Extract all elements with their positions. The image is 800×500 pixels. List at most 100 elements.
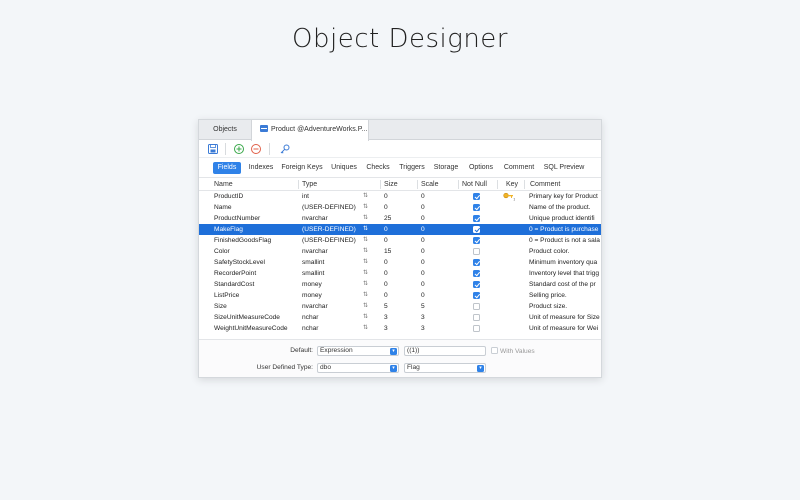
column-header-size[interactable]: Size [384,178,414,190]
not-null-checkbox[interactable] [473,281,480,288]
udt-schema-select[interactable]: dbo ▾ [317,363,399,373]
field-name-cell[interactable]: Color [214,246,296,257]
field-scale-cell[interactable]: 0 [421,213,451,224]
field-comment-cell[interactable]: Product color. [529,246,601,257]
table-row[interactable]: FinishedGoodsFlag (USER-DEFINED) ⇅ 0 0 0 = Pr… [199,235,601,246]
field-name-cell[interactable]: StandardCost [214,279,296,290]
column-header-comment[interactable]: Comment [530,178,590,190]
type-stepper-icon[interactable]: ⇅ [363,301,368,312]
type-stepper-icon[interactable]: ⇅ [363,323,368,334]
type-stepper-icon[interactable]: ⇅ [363,235,368,246]
field-size-cell[interactable]: 0 [384,191,414,202]
not-null-checkbox[interactable] [473,314,480,321]
column-header-type[interactable]: Type [302,178,372,190]
field-type-cell[interactable]: int [302,191,362,202]
subtab-checks[interactable]: Checks [364,162,392,174]
not-null-checkbox[interactable] [473,215,480,222]
field-comment-cell[interactable]: 0 = Product is purchase [529,224,601,235]
field-scale-cell[interactable]: 3 [421,323,451,334]
type-stepper-icon[interactable]: ⇅ [363,257,368,268]
with-values-checkbox[interactable]: With Values [491,347,535,355]
subtab-indexes[interactable]: Indexes [246,162,276,174]
not-null-checkbox[interactable] [473,204,480,211]
field-name-cell[interactable]: SafetyStockLevel [214,257,296,268]
field-type-cell[interactable]: (USER-DEFINED) [302,224,362,235]
field-name-cell[interactable]: RecorderPoint [214,268,296,279]
field-size-cell[interactable]: 0 [384,279,414,290]
not-null-checkbox[interactable] [473,248,480,255]
field-comment-cell[interactable]: Unique product identifi [529,213,601,224]
not-null-checkbox[interactable] [473,193,480,200]
table-row[interactable]: SafetyStockLevel smallint ⇅ 0 0 Minimum inven… [199,257,601,268]
field-scale-cell[interactable]: 0 [421,246,451,257]
field-type-cell[interactable]: money [302,290,362,301]
subtab-uniques[interactable]: Uniques [329,162,359,174]
field-size-cell[interactable]: 3 [384,323,414,334]
type-stepper-icon[interactable]: ⇅ [363,246,368,257]
subtab-sql-preview[interactable]: SQL Preview [541,162,587,174]
not-null-checkbox[interactable] [473,325,480,332]
field-comment-cell[interactable]: Unit of measure for Wei [529,323,601,334]
table-row[interactable]: ProductID int⇅ 00 1 Primary key for Product [199,191,601,202]
column-header-not-null[interactable]: Not Null [462,178,498,190]
field-scale-cell[interactable]: 0 [421,191,451,202]
field-name-cell[interactable]: ListPrice [214,290,296,301]
table-row[interactable]: ProductNumber nvarchar ⇅ 25 0 Unique product … [199,213,601,224]
type-stepper-icon[interactable]: ⇅ [363,213,368,224]
table-row[interactable]: SizeUnitMeasureCode nchar ⇅ 3 3 Unit of measu… [199,312,601,323]
field-comment-cell[interactable]: 0 = Product is not a sala [529,235,601,246]
table-row[interactable]: Size nvarchar ⇅ 5 5 Product size. [199,301,601,312]
field-size-cell[interactable]: 0 [384,257,414,268]
subtab-foreign-keys[interactable]: Foreign Keys [279,162,325,174]
field-comment-cell[interactable]: Primary key for Product [529,191,601,202]
field-scale-cell[interactable]: 0 [421,257,451,268]
field-type-cell[interactable]: money [302,279,362,290]
field-size-cell[interactable]: 0 [384,224,414,235]
field-name-cell[interactable]: FinishedGoodsFlag [214,235,296,246]
type-stepper-icon[interactable]: ⇅ [363,224,368,235]
table-row[interactable]: MakeFlag (USER-DEFINED) ⇅ 0 0 0 = Product is … [199,224,601,235]
not-null-checkbox[interactable] [473,237,480,244]
primary-key-icon[interactable] [279,143,291,155]
field-comment-cell[interactable]: Selling price. [529,290,601,301]
field-type-cell[interactable]: smallint [302,257,362,268]
field-comment-cell[interactable]: Unit of measure for Size [529,312,601,323]
tab-product-designer[interactable]: Product @AdventureWorks.P... [251,120,369,141]
field-name-cell[interactable]: Name [214,202,296,213]
field-comment-cell[interactable]: Inventory level that trigg [529,268,601,279]
field-size-cell[interactable]: 15 [384,246,414,257]
default-type-select[interactable]: Expression ▾ [317,346,399,356]
subtab-options[interactable]: Options [466,162,496,174]
field-size-cell[interactable]: 3 [384,312,414,323]
field-type-cell[interactable]: nchar [302,323,362,334]
field-size-cell[interactable]: 0 [384,268,414,279]
save-icon[interactable] [207,143,219,155]
type-stepper-icon[interactable]: ⇅ [363,191,368,202]
field-type-cell[interactable]: nvarchar [302,301,362,312]
type-stepper-icon[interactable]: ⇅ [363,279,368,290]
remove-field-icon[interactable] [250,143,262,155]
field-scale-cell[interactable]: 0 [421,279,451,290]
table-row[interactable]: WeightUnitMeasureCode nchar ⇅ 3 3 Unit of mea… [199,323,601,334]
table-row[interactable]: Name (USER-DEFINED) ⇅ 0 0 Name of the product… [199,202,601,213]
field-comment-cell[interactable]: Minimum inventory qua [529,257,601,268]
type-stepper-icon[interactable]: ⇅ [363,202,368,213]
field-type-cell[interactable]: nvarchar [302,246,362,257]
column-header-name[interactable]: Name [214,178,294,190]
field-type-cell[interactable]: smallint [302,268,362,279]
not-null-checkbox[interactable] [473,259,480,266]
field-size-cell[interactable]: 25 [384,213,414,224]
field-scale-cell[interactable]: 0 [421,290,451,301]
not-null-checkbox[interactable] [473,270,480,277]
type-stepper-icon[interactable]: ⇅ [363,290,368,301]
field-type-cell[interactable]: (USER-DEFINED) [302,202,362,213]
field-scale-cell[interactable]: 0 [421,235,451,246]
field-comment-cell[interactable]: Name of the product. [529,202,601,213]
field-name-cell[interactable]: ProductNumber [214,213,296,224]
tab-objects[interactable]: Objects [199,120,251,140]
type-stepper-icon[interactable]: ⇅ [363,268,368,279]
field-name-cell[interactable]: WeightUnitMeasureCode [214,323,296,334]
field-size-cell[interactable]: 5 [384,301,414,312]
field-type-cell[interactable]: (USER-DEFINED) [302,235,362,246]
not-null-checkbox[interactable] [473,226,480,233]
